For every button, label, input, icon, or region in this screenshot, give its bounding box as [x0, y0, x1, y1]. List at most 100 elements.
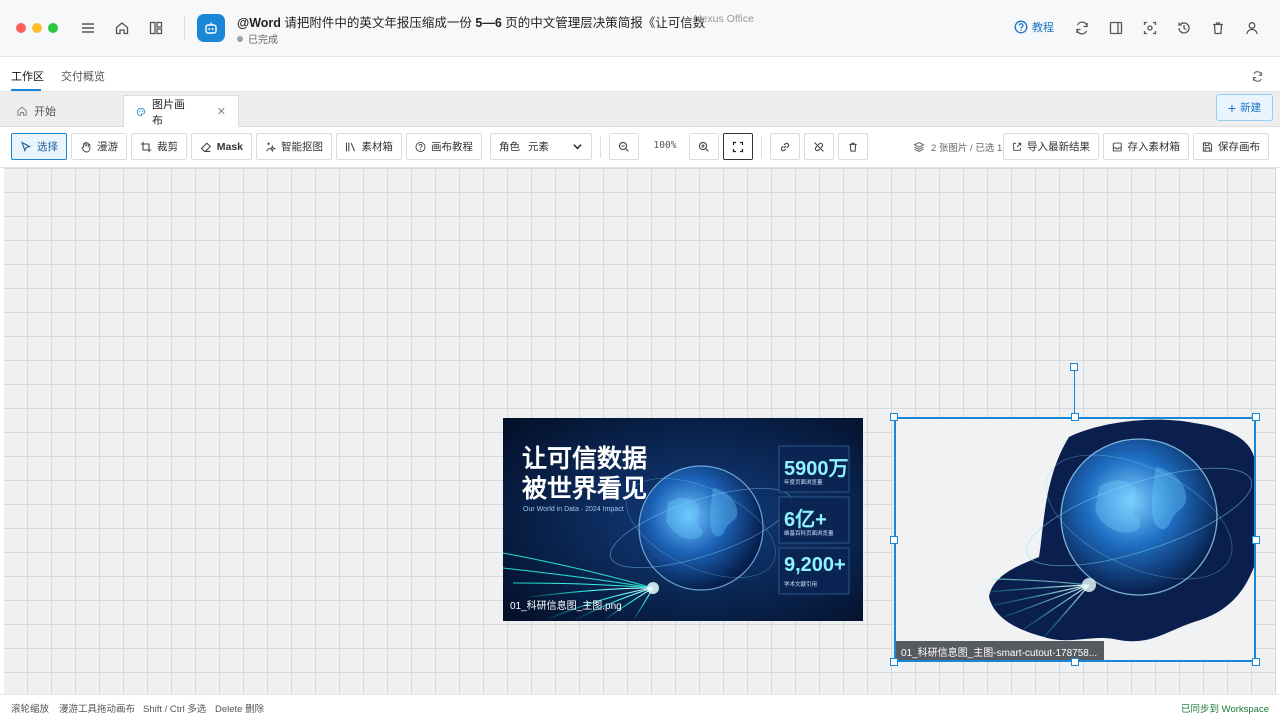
unlink-button[interactable]	[804, 133, 834, 160]
resize-handle-right[interactable]	[1252, 536, 1260, 544]
cursor-icon	[20, 140, 32, 152]
library-button[interactable]: 素材箱	[336, 133, 402, 160]
library-icon	[345, 142, 356, 151]
help-circle-icon	[1014, 20, 1028, 34]
image-canvas[interactable]: 让可信数据 被世界看见 Our World in Data · 2024 Imp…	[4, 168, 1276, 694]
archive-icon	[1112, 142, 1122, 151]
new-button[interactable]: + 新建	[1216, 94, 1273, 121]
sync-icon[interactable]	[1248, 67, 1266, 85]
status-dot-icon	[237, 35, 243, 42]
page-title: @Word 请把附件中的英文年报压缩成一份 5—6 页的中文管理层决策简报《让可…	[237, 16, 706, 30]
infographic-headline: 让可信数据 被世界看见	[522, 444, 648, 503]
canvas-tutorial-button[interactable]: 画布教程	[406, 133, 482, 160]
smart-cutout-button[interactable]: 智能抠图	[256, 133, 332, 160]
screenshot-icon[interactable]	[1139, 17, 1161, 39]
tab-delivery-overview[interactable]: 交付概览	[61, 68, 105, 84]
resize-handle-bottom-left[interactable]	[890, 658, 898, 666]
plus-icon: +	[1227, 99, 1237, 116]
infographic-tagline: Our World in Data · 2024 Impact	[523, 506, 624, 513]
maximize-window-button[interactable]	[48, 23, 58, 33]
app-name: Nexus Office	[694, 13, 754, 25]
workspace-tabs: 工作区 交付概览	[0, 58, 1280, 92]
status-bar: 滚轮缩放 漫游工具拖动画布 Shift / Ctrl 多选 Delete 删除 …	[0, 694, 1280, 720]
layers-icon	[913, 141, 925, 153]
trash-icon[interactable]	[1207, 17, 1229, 39]
status-badge: 已完成	[237, 31, 278, 46]
active-tab-indicator	[11, 89, 41, 91]
unlink-icon	[814, 141, 824, 152]
chevron-down-icon	[572, 141, 583, 152]
zoom-in-button[interactable]	[689, 133, 719, 160]
role-label: 角色	[499, 141, 520, 153]
sync-status: 已同步到 Workspace	[1181, 704, 1269, 715]
zoom-out-button[interactable]	[609, 133, 639, 160]
help-circle-icon	[415, 141, 426, 152]
toolbar-divider	[761, 136, 762, 158]
stat-value-1: 5900万	[784, 458, 849, 480]
resize-handle-left[interactable]	[890, 536, 898, 544]
title-divider	[184, 16, 185, 40]
pan-tool-button[interactable]: 漫游	[71, 133, 127, 160]
crop-icon	[140, 141, 152, 152]
sidebar-toggle-icon[interactable]	[1105, 17, 1127, 39]
tutorial-link[interactable]: 教程	[1014, 19, 1054, 35]
layout-icon[interactable]	[145, 17, 167, 39]
minimize-window-button[interactable]	[32, 23, 42, 33]
fit-screen-button[interactable]	[723, 133, 753, 160]
resize-handle-bottom-right[interactable]	[1252, 658, 1260, 666]
refresh-icon[interactable]	[1071, 17, 1093, 39]
home-icon	[17, 106, 27, 116]
save-to-library-button[interactable]: 存入素材箱	[1103, 133, 1189, 160]
stat-value-2: 6亿+	[784, 509, 827, 531]
close-tab-icon[interactable]: ✕	[217, 105, 226, 118]
canvas-image-infographic[interactable]: 让可信数据 被世界看见 Our World in Data · 2024 Imp…	[503, 418, 863, 621]
rotation-handle-line	[1074, 371, 1075, 417]
link-button[interactable]	[770, 133, 800, 160]
resize-handle-top-left[interactable]	[890, 413, 898, 421]
zoom-in-icon	[698, 141, 709, 152]
resize-handle-top[interactable]	[1071, 413, 1079, 421]
resize-handle-top-right[interactable]	[1252, 413, 1260, 421]
menu-icon[interactable]	[77, 17, 99, 39]
history-icon[interactable]	[1173, 17, 1195, 39]
tab-workspace[interactable]: 工作区	[11, 68, 44, 84]
stat-value-3: 9,200+	[784, 554, 846, 576]
link-icon	[780, 142, 790, 151]
crop-tool-button[interactable]: 裁剪	[131, 133, 187, 160]
image-filename-label: 01_科研信息图_主图.png	[510, 601, 622, 612]
import-icon	[1013, 142, 1022, 151]
mask-tool-button[interactable]: Mask	[191, 133, 252, 160]
zoom-level: 100%	[653, 140, 677, 151]
trash-icon	[849, 142, 857, 152]
hint-delete: Delete 删除	[215, 704, 265, 715]
rotation-handle[interactable]	[1070, 363, 1078, 371]
sparkle-icon	[266, 141, 276, 153]
tab-start[interactable]: 开始	[4, 95, 68, 127]
zoom-out-icon	[618, 141, 629, 152]
close-window-button[interactable]	[16, 23, 26, 33]
hint-scroll-zoom: 滚轮缩放	[11, 704, 50, 715]
select-tool-button[interactable]: 选择	[11, 133, 67, 160]
stat-caption-2: 维基百科页面浏览量	[784, 531, 834, 537]
resize-handle-bottom[interactable]	[1071, 658, 1079, 666]
earth-cutout-illustration	[988, 419, 1254, 642]
home-icon[interactable]	[111, 17, 133, 39]
delete-button[interactable]	[838, 133, 868, 160]
import-latest-button[interactable]: 导入最新结果	[1003, 133, 1099, 160]
canvas-image-cutout[interactable]: 01_科研信息图_主图-smart-cutout-178758...	[894, 417, 1256, 662]
tab-image-canvas[interactable]: 图片画布 ✕	[123, 95, 239, 127]
hand-icon	[81, 141, 91, 152]
document-tabs: 开始 图片画布 ✕ + 新建	[0, 92, 1280, 127]
palette-icon	[136, 107, 146, 116]
save-icon	[1202, 141, 1213, 152]
hint-pan: 漫游工具拖动画布	[59, 704, 136, 715]
image-count: 2 张图片 / 已选 1	[913, 140, 1002, 154]
user-icon[interactable]	[1241, 17, 1263, 39]
toolbar-divider	[600, 136, 601, 158]
role-select[interactable]: 角色 元素	[490, 133, 592, 160]
role-value: 元素	[528, 141, 549, 153]
save-canvas-button[interactable]: 保存画布	[1193, 133, 1269, 160]
hint-multi-select: Shift / Ctrl 多选	[143, 704, 207, 715]
stat-caption-3: 学术文献引用	[784, 582, 818, 588]
bot-icon	[197, 14, 225, 42]
